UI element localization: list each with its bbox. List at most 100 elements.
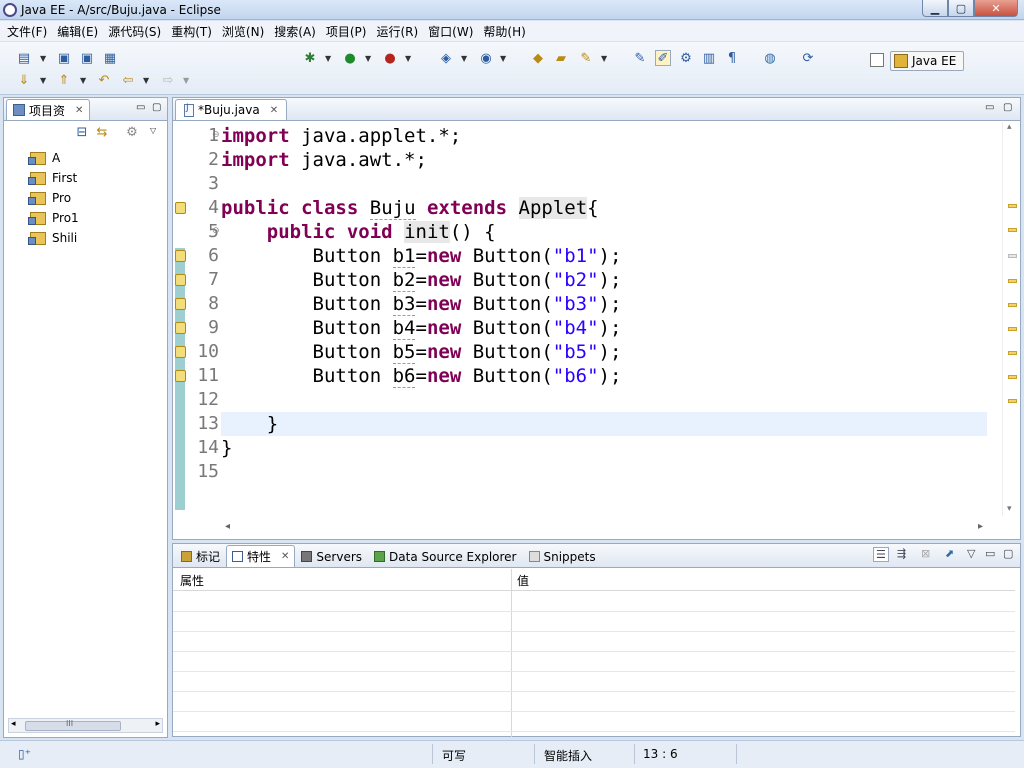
warning-icon[interactable] xyxy=(175,202,186,214)
code-line[interactable]: import java.applet.*; xyxy=(221,124,987,148)
open-folder-icon[interactable]: ▰ xyxy=(553,51,569,67)
scroll-right-icon[interactable]: ▸ xyxy=(978,521,983,532)
minimize-view-icon[interactable]: ▭ xyxy=(985,102,994,113)
code-line[interactable]: import java.awt.*; xyxy=(221,148,987,172)
maximize-view-icon[interactable]: ▢ xyxy=(1003,102,1012,113)
close-icon[interactable]: ✕ xyxy=(281,551,289,562)
maximize-view-icon[interactable]: ▢ xyxy=(1003,547,1013,560)
menu-window[interactable]: 窗口(W) xyxy=(423,23,478,40)
warning-icon[interactable] xyxy=(175,274,186,286)
close-icon[interactable]: ✕ xyxy=(270,105,278,116)
fold-collapse-icon[interactable]: ⊖ xyxy=(212,130,220,140)
maximize-button[interactable]: ▢ xyxy=(948,0,974,17)
block-select-icon[interactable]: ▥ xyxy=(701,51,717,67)
warning-marker[interactable] xyxy=(1008,327,1017,331)
save-icon[interactable]: ▣ xyxy=(56,51,72,67)
perspective-java-ee[interactable]: Java EE xyxy=(890,51,964,71)
horizontal-scrollbar[interactable]: ◂ III ▸ xyxy=(8,718,163,733)
show-whitespace-icon[interactable]: ¶ xyxy=(724,51,740,67)
run-dropdown-icon[interactable]: ▼ xyxy=(365,51,373,67)
menu-project[interactable]: 项目(P) xyxy=(321,23,372,40)
code-line[interactable] xyxy=(221,172,987,196)
new-icon[interactable]: ▤ xyxy=(16,51,32,67)
view-menu-icon[interactable]: ▽ xyxy=(150,123,158,139)
close-button[interactable]: ✕ xyxy=(974,0,1018,17)
scrollbar-thumb[interactable]: III xyxy=(25,719,121,731)
code-line[interactable]: Button b4=new Button("b4"); xyxy=(221,316,987,340)
collapse-all-icon[interactable]: ⊟ xyxy=(74,125,90,141)
minimize-button[interactable]: ▁ xyxy=(922,0,948,17)
scroll-right-icon[interactable]: ▸ xyxy=(155,719,160,729)
scroll-up-icon[interactable]: ▴ xyxy=(1007,122,1012,132)
debug-icon[interactable]: ✱ xyxy=(302,51,318,67)
close-icon[interactable]: ✕ xyxy=(75,105,83,116)
code-line[interactable]: Button b3=new Button("b3"); xyxy=(221,292,987,316)
tree-item[interactable]: First xyxy=(28,168,79,188)
maximize-view-icon[interactable]: ▢ xyxy=(152,102,161,113)
fold-collapse-icon[interactable]: ⊖ xyxy=(212,226,220,236)
filter-icon[interactable]: ⚙ xyxy=(124,125,140,141)
code-line[interactable]: Button b1=new Button("b1"); xyxy=(221,244,987,268)
code-line[interactable]: Button b5=new Button("b5"); xyxy=(221,340,987,364)
warning-marker[interactable] xyxy=(1008,204,1017,208)
warning-icon[interactable] xyxy=(175,298,186,310)
code-line[interactable] xyxy=(221,460,987,484)
new-server-dropdown-icon[interactable]: ▼ xyxy=(461,51,469,67)
minimize-view-icon[interactable]: ▭ xyxy=(985,547,995,560)
back-icon[interactable]: ⇦ xyxy=(120,73,136,89)
last-edit-icon[interactable]: ↶ xyxy=(96,73,112,89)
tree-item[interactable]: Shili xyxy=(28,228,79,248)
search-icon[interactable]: ✎ xyxy=(578,51,594,67)
next-annotation-dropdown-icon[interactable]: ▼ xyxy=(40,73,48,89)
link-with-editor-icon[interactable]: ⇆ xyxy=(94,125,110,141)
menu-edit[interactable]: 编辑(E) xyxy=(52,23,103,40)
column-header-value[interactable]: 值 xyxy=(517,572,529,589)
scroll-left-icon[interactable]: ◂ xyxy=(11,719,16,729)
warning-marker[interactable] xyxy=(1008,279,1017,283)
restore-default-icon[interactable]: ⊠ xyxy=(921,547,930,560)
debug-dropdown-icon[interactable]: ▼ xyxy=(325,51,333,67)
column-header-property[interactable]: 属性 xyxy=(180,572,204,589)
tab-buju-java[interactable]: *Buju.java ✕ xyxy=(175,99,288,120)
external-tools-dropdown-icon[interactable]: ▼ xyxy=(405,51,413,67)
print-icon[interactable]: ▦ xyxy=(102,51,118,67)
warning-icon[interactable] xyxy=(175,346,186,358)
new-class-dropdown-icon[interactable]: ▼ xyxy=(500,51,508,67)
previous-annotation-dropdown-icon[interactable]: ▼ xyxy=(80,73,88,89)
new-server-icon[interactable]: ◈ xyxy=(438,51,454,67)
menu-navigate[interactable]: 浏览(N) xyxy=(217,23,269,40)
code-line[interactable]: } xyxy=(221,436,987,460)
new-dropdown-icon[interactable]: ▼ xyxy=(40,51,48,67)
forward-dropdown-icon[interactable]: ▼ xyxy=(183,73,191,89)
code-line[interactable]: Button b2=new Button("b2"); xyxy=(221,268,987,292)
warning-marker[interactable] xyxy=(1008,351,1017,355)
editor-horizontal-scrollbar[interactable]: ◂ ▸ xyxy=(221,519,987,537)
menu-help[interactable]: 帮助(H) xyxy=(478,23,530,40)
tab-markers[interactable]: 标记 xyxy=(175,545,226,567)
search-dropdown-icon[interactable]: ▼ xyxy=(601,51,609,67)
warning-marker[interactable] xyxy=(1008,399,1017,403)
run-icon[interactable]: ● xyxy=(342,51,358,67)
scroll-down-icon[interactable]: ▾ xyxy=(1007,504,1012,514)
menu-search[interactable]: 搜索(A) xyxy=(269,23,321,40)
code-area[interactable]: import java.applet.*; import java.awt.*; p… xyxy=(221,122,987,516)
code-line[interactable]: public class Buju extends Applet{ xyxy=(221,196,987,220)
open-perspective-icon[interactable] xyxy=(870,53,884,67)
minimize-view-icon[interactable]: ▭ xyxy=(136,102,145,113)
word-wrap-icon[interactable]: ⚙ xyxy=(678,51,694,67)
tree-item[interactable]: A xyxy=(28,148,79,168)
web-browser-icon[interactable]: ◍ xyxy=(762,51,778,67)
warning-marker[interactable] xyxy=(1008,303,1017,307)
show-categories-icon[interactable]: ☰ xyxy=(873,547,889,562)
warning-icon[interactable] xyxy=(175,250,186,262)
forward-icon[interactable]: ⇨ xyxy=(160,73,176,89)
back-dropdown-icon[interactable]: ▼ xyxy=(143,73,151,89)
view-menu-icon[interactable]: ▽ xyxy=(967,547,975,560)
code-line[interactable]: } xyxy=(221,412,987,436)
pin-icon[interactable]: ⬈ xyxy=(945,547,954,560)
scroll-left-icon[interactable]: ◂ xyxy=(225,521,230,532)
code-line[interactable] xyxy=(221,388,987,412)
show-advanced-icon[interactable]: ⇶ xyxy=(897,547,906,560)
tab-data-source-explorer[interactable]: Data Source Explorer xyxy=(368,545,522,567)
annotation-icon[interactable]: ✎ xyxy=(632,51,648,67)
